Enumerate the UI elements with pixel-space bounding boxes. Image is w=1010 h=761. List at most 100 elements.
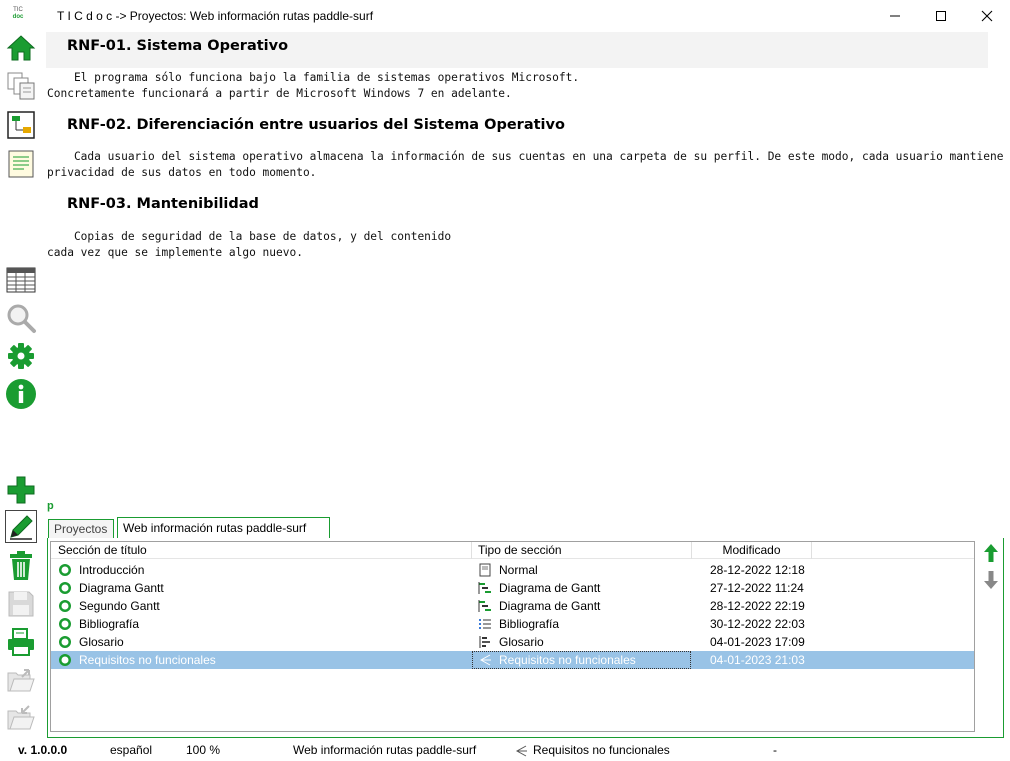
- section-title-cell: Requisitos no funcionales: [79, 653, 216, 667]
- gear-icon: [8, 343, 34, 369]
- paragraph-line: El programa sólo funciona bajo la famili…: [47, 71, 580, 84]
- table-row[interactable]: Bibliografía Bibliografía 30-12-2022 22:03: [51, 615, 974, 633]
- import-icon: [7, 705, 35, 730]
- paragraph-line: Concretamente funcionará a partir de Mic…: [47, 87, 512, 100]
- modified-cell: 30-12-2022 22:03: [710, 617, 805, 631]
- column-header-modified[interactable]: Modificado: [692, 542, 812, 559]
- notes-button[interactable]: [4, 147, 38, 181]
- section-title-cell: Segundo Gantt: [79, 599, 160, 613]
- modified-cell: 27-12-2022 11:24: [710, 581, 804, 595]
- save-icon: [8, 591, 34, 617]
- export-button[interactable]: [4, 663, 38, 697]
- sections-grid[interactable]: Sección de título Tipo de sección Modifi…: [50, 541, 975, 732]
- paragraph-line: cada vez que se implemente algo nuevo.: [47, 246, 303, 259]
- maximize-icon: [936, 10, 946, 21]
- move-up-button[interactable]: [981, 542, 1001, 564]
- section-status-icon: [59, 618, 71, 630]
- notes-icon: [8, 150, 34, 178]
- section-heading: RNF-03. Mantenibilidad: [67, 196, 259, 212]
- diagram-button[interactable]: [4, 108, 38, 142]
- edit-button[interactable]: [5, 510, 37, 543]
- app-logo: TIC doc: [12, 7, 24, 20]
- column-header-title[interactable]: Sección de título: [51, 542, 472, 559]
- tab-project[interactable]: Web información rutas paddle-surf: [117, 517, 330, 539]
- document-viewer[interactable]: RNF-01. Sistema Operativo El programa só…: [46, 32, 1003, 502]
- modified-cell: 28-12-2022 12:18: [710, 563, 805, 577]
- section-type-cell: Requisitos no funcionales: [499, 653, 636, 667]
- section-title-cell: Diagrama Gantt: [79, 581, 164, 595]
- search-icon: [7, 304, 36, 333]
- section-status-icon: [59, 582, 71, 594]
- section-status-icon: [59, 654, 71, 666]
- section-heading: RNF-02. Diferenciación entre usuarios de…: [67, 117, 565, 133]
- edit-icon: [10, 514, 33, 540]
- modified-cell: 04-01-2023 21:03: [710, 653, 805, 667]
- tab-proyectos[interactable]: Proyectos: [48, 519, 114, 539]
- home-button[interactable]: [4, 31, 38, 65]
- column-header-type[interactable]: Tipo de sección: [472, 542, 692, 559]
- delete-button[interactable]: [4, 549, 38, 583]
- zoom-label: 100 %: [186, 743, 221, 757]
- section-type-cell: Glosario: [499, 635, 544, 649]
- status-bar: v. 1.0.0.0 español 100 % Web información…: [0, 740, 1010, 761]
- settings-button[interactable]: [4, 339, 38, 373]
- close-icon: [981, 10, 993, 21]
- list-icon: [479, 619, 491, 629]
- title-bar: TIC doc T I C d o c -> Proyectos: Web in…: [0, 0, 1010, 32]
- copy-pages-icon: [7, 72, 35, 100]
- table-row[interactable]: Diagrama Gantt Diagrama de Gantt 27-12-202…: [51, 579, 974, 597]
- section-type-cell: Diagrama de Gantt: [499, 581, 601, 595]
- table-row[interactable]: Segundo Gantt Diagrama de Gantt 28-12-2022…: [51, 597, 974, 615]
- paragraph-line: privacidad de sus datos en todo momento.: [47, 166, 317, 179]
- section-title-cell: Introducción: [79, 563, 145, 577]
- import-button[interactable]: [4, 701, 38, 735]
- home-icon: [6, 35, 36, 61]
- table-row[interactable]: Introducción Normal 28-12-2022 12:18: [51, 561, 974, 579]
- print-button[interactable]: [4, 625, 38, 659]
- save-button[interactable]: [4, 587, 38, 621]
- project-label: Web información rutas paddle-surf: [293, 743, 477, 757]
- minimize-button[interactable]: [872, 0, 918, 31]
- tab-strip: Proyectos Web información rutas paddle-s…: [47, 517, 1007, 539]
- diagram-icon: [7, 111, 35, 139]
- close-button[interactable]: [964, 0, 1010, 31]
- print-icon: [8, 628, 34, 656]
- export-icon: [7, 669, 35, 692]
- table-row[interactable]: Requisitos no funcionales Requisitos no f…: [51, 651, 974, 669]
- glossary-icon: [479, 636, 490, 648]
- gantt-icon: [478, 582, 491, 594]
- section-heading: RNF-01. Sistema Operativo: [67, 38, 289, 54]
- window-title: T I C d o c -> Proyectos: Web informació…: [57, 9, 374, 23]
- add-button[interactable]: [4, 473, 38, 507]
- requirements-icon: [515, 745, 527, 757]
- section-type-cell: Bibliografía: [499, 617, 560, 631]
- section-title-cell: Glosario: [79, 635, 124, 649]
- paragraph-line: Cada usuario del sistema operativo almac…: [47, 150, 1010, 163]
- section-status-icon: [59, 636, 71, 648]
- arrow-down-icon: [984, 571, 998, 589]
- info-button[interactable]: [4, 377, 38, 411]
- search-button[interactable]: [4, 301, 38, 335]
- add-icon: [7, 476, 35, 504]
- paragraph-line: Copias de seguridad de la base de datos,…: [47, 230, 452, 243]
- modified-cell: 28-12-2022 22:19: [710, 599, 805, 613]
- table-view-button[interactable]: [4, 263, 38, 297]
- version-label: v. 1.0.0.0: [18, 743, 68, 757]
- section-status-icon: [59, 564, 71, 576]
- section-type-cell: Normal: [499, 563, 538, 577]
- modified-cell: 04-01-2023 17:09: [710, 635, 805, 649]
- move-down-button[interactable]: [981, 569, 1001, 591]
- minimize-icon: [890, 15, 900, 16]
- table-row[interactable]: Glosario Glosario 04-01-2023 17:09: [51, 633, 974, 651]
- pointer-marker: p: [47, 500, 54, 512]
- copy-pages-button[interactable]: [4, 69, 38, 103]
- grid-header: Sección de título Tipo de sección Modifi…: [51, 542, 974, 559]
- table-icon: [6, 267, 36, 293]
- language-label: español: [110, 743, 153, 757]
- page-icon: [479, 563, 491, 577]
- section-title-cell: Bibliografía: [79, 617, 140, 631]
- extra-label: -: [773, 743, 777, 757]
- section-type-cell: Diagrama de Gantt: [499, 599, 601, 613]
- maximize-button[interactable]: [918, 0, 964, 31]
- section-status-icon: [59, 600, 71, 612]
